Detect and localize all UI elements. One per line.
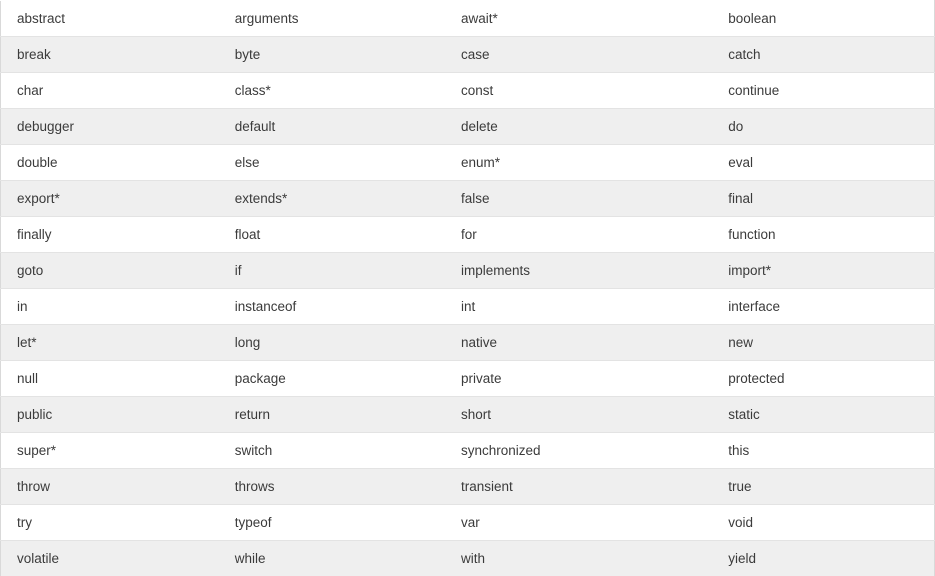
keyword-cell: import*	[712, 253, 934, 289]
keyword-cell: do	[712, 109, 934, 145]
keyword-cell: boolean	[712, 1, 934, 37]
keyword-cell: await*	[445, 1, 712, 37]
keyword-cell: throw	[1, 469, 219, 505]
table-row: throwthrowstransienttrue	[1, 469, 935, 505]
table-row: debuggerdefaultdeletedo	[1, 109, 935, 145]
keyword-cell: catch	[712, 37, 934, 73]
table-row: let*longnativenew	[1, 325, 935, 361]
keyword-cell: int	[445, 289, 712, 325]
keyword-cell: class*	[219, 73, 445, 109]
keyword-cell: static	[712, 397, 934, 433]
keyword-cell: double	[1, 145, 219, 181]
table-row: ininstanceofintinterface	[1, 289, 935, 325]
keyword-cell: char	[1, 73, 219, 109]
keyword-cell: false	[445, 181, 712, 217]
table-row: publicreturnshortstatic	[1, 397, 935, 433]
keyword-cell: protected	[712, 361, 934, 397]
keyword-cell: default	[219, 109, 445, 145]
table-row: charclass*constcontinue	[1, 73, 935, 109]
table-row: super*switchsynchronizedthis	[1, 433, 935, 469]
keyword-cell: function	[712, 217, 934, 253]
keyword-cell: try	[1, 505, 219, 541]
table-row: doubleelseenum*eval	[1, 145, 935, 181]
keyword-cell: float	[219, 217, 445, 253]
table-row: finallyfloatforfunction	[1, 217, 935, 253]
keyword-cell: package	[219, 361, 445, 397]
keyword-cell: for	[445, 217, 712, 253]
keyword-cell: if	[219, 253, 445, 289]
keyword-cell: private	[445, 361, 712, 397]
keyword-cell: throws	[219, 469, 445, 505]
keyword-cell: enum*	[445, 145, 712, 181]
table-row: abstractargumentsawait*boolean	[1, 1, 935, 37]
keyword-cell: const	[445, 73, 712, 109]
keyword-cell: break	[1, 37, 219, 73]
keyword-cell: this	[712, 433, 934, 469]
keyword-cell: delete	[445, 109, 712, 145]
reserved-keywords-table: abstractargumentsawait*booleanbreakbytec…	[0, 0, 935, 576]
keyword-cell: interface	[712, 289, 934, 325]
keyword-cell: goto	[1, 253, 219, 289]
keyword-cell: var	[445, 505, 712, 541]
table-row: nullpackageprivateprotected	[1, 361, 935, 397]
keyword-cell: case	[445, 37, 712, 73]
keyword-cell: long	[219, 325, 445, 361]
keyword-cell: arguments	[219, 1, 445, 37]
keyword-cell: final	[712, 181, 934, 217]
keyword-cell: switch	[219, 433, 445, 469]
keyword-cell: native	[445, 325, 712, 361]
keyword-cell: public	[1, 397, 219, 433]
keyword-cell: let*	[1, 325, 219, 361]
keyword-cell: new	[712, 325, 934, 361]
keyword-cell: void	[712, 505, 934, 541]
keyword-cell: synchronized	[445, 433, 712, 469]
table-body: abstractargumentsawait*booleanbreakbytec…	[1, 1, 935, 576]
keyword-cell: else	[219, 145, 445, 181]
keyword-cell: instanceof	[219, 289, 445, 325]
keyword-cell: extends*	[219, 181, 445, 217]
keyword-cell: typeof	[219, 505, 445, 541]
keyword-cell: super*	[1, 433, 219, 469]
keyword-cell: implements	[445, 253, 712, 289]
keyword-cell: abstract	[1, 1, 219, 37]
keyword-cell: in	[1, 289, 219, 325]
keyword-cell: short	[445, 397, 712, 433]
keyword-cell: continue	[712, 73, 934, 109]
keyword-cell: debugger	[1, 109, 219, 145]
table-row: export*extends*falsefinal	[1, 181, 935, 217]
keyword-cell: transient	[445, 469, 712, 505]
keyword-cell: null	[1, 361, 219, 397]
keyword-cell: return	[219, 397, 445, 433]
keyword-cell: finally	[1, 217, 219, 253]
table-row: trytypeofvarvoid	[1, 505, 935, 541]
keyword-cell: byte	[219, 37, 445, 73]
keyword-cell: true	[712, 469, 934, 505]
table-row: gotoifimplementsimport*	[1, 253, 935, 289]
table-row: breakbytecasecatch	[1, 37, 935, 73]
keyword-cell: export*	[1, 181, 219, 217]
keyword-cell: eval	[712, 145, 934, 181]
